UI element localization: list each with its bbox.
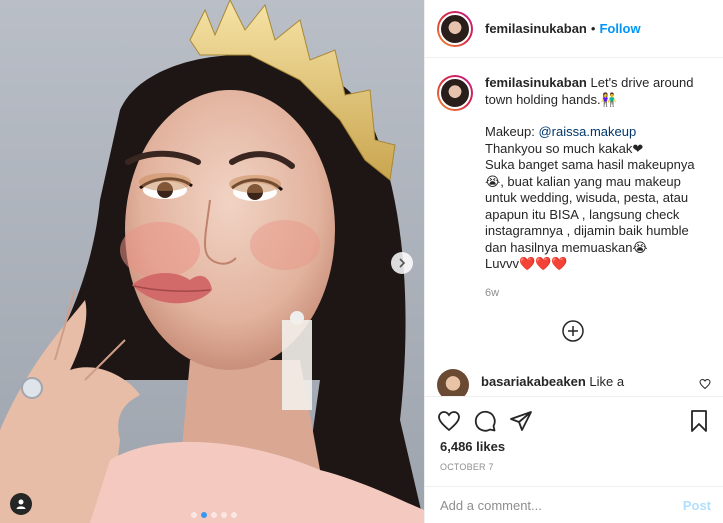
- user-tag-icon: [16, 499, 26, 509]
- author-avatar[interactable]: [437, 10, 473, 47]
- caption-text: femilasinukaban Let's drive around town …: [485, 75, 709, 301]
- commenter-avatar[interactable]: [437, 369, 469, 396]
- comments-list[interactable]: femilasinukaban Let's drive around town …: [425, 59, 723, 396]
- caption-body: Suka banget sama hasil makeupnya 😭, buat…: [485, 157, 695, 255]
- carousel-dot: [211, 512, 217, 518]
- post-side-panel: femilasinukaban • Follow femilasinukaban…: [424, 0, 723, 523]
- carousel-dot-active: [201, 512, 207, 518]
- paper-plane-icon[interactable]: [509, 409, 533, 433]
- comment-text: basariakabeaken Like a: [481, 374, 624, 389]
- comment-like-icon[interactable]: [699, 378, 711, 390]
- comment-body: Like a: [589, 374, 625, 389]
- comment-bubble-icon[interactable]: [473, 409, 497, 433]
- caption-luv: Luvvv❤️❤️❤️: [485, 256, 568, 271]
- header-separator: •: [590, 21, 596, 36]
- portrait-image: [0, 0, 424, 523]
- caption-author-avatar[interactable]: [437, 75, 473, 111]
- makeup-label: Makeup:: [485, 124, 539, 139]
- caption-username[interactable]: femilasinukaban: [485, 75, 587, 90]
- makeup-mention-link[interactable]: @raissa.makeup: [538, 124, 636, 139]
- follow-button[interactable]: Follow: [599, 21, 640, 36]
- carousel-dot: [191, 512, 197, 518]
- heart-icon[interactable]: [437, 409, 461, 433]
- comment-input[interactable]: [440, 497, 683, 513]
- action-bar: [425, 397, 723, 437]
- post-date[interactable]: OCTOBER 7: [425, 454, 723, 472]
- comment-item: basariakabeaken Like a: [437, 369, 711, 396]
- comment-composer: Post: [425, 486, 723, 523]
- author-username[interactable]: femilasinukaban: [485, 21, 587, 36]
- carousel-dot: [221, 512, 227, 518]
- bookmark-icon[interactable]: [687, 409, 711, 433]
- carousel-dot: [231, 512, 237, 518]
- likes-count[interactable]: 6,486 likes: [425, 437, 723, 454]
- plus-circle-icon[interactable]: [561, 319, 585, 343]
- tagged-users-button[interactable]: [10, 493, 32, 515]
- chevron-right-icon: [399, 258, 406, 268]
- next-photo-button[interactable]: [391, 252, 413, 274]
- post-actions-area: 6,486 likes OCTOBER 7: [425, 396, 723, 481]
- post-header: femilasinukaban • Follow: [425, 0, 723, 58]
- post-caption: femilasinukaban Let's drive around town …: [425, 59, 723, 301]
- caption-age[interactable]: 6w: [485, 285, 709, 302]
- caption-thanks: Thankyou so much kakak❤: [485, 140, 644, 156]
- carousel-indicator: [191, 512, 237, 518]
- commenter-username[interactable]: basariakabeaken: [481, 374, 586, 389]
- post-comment-button[interactable]: Post: [683, 498, 711, 513]
- post-photo[interactable]: [0, 0, 424, 523]
